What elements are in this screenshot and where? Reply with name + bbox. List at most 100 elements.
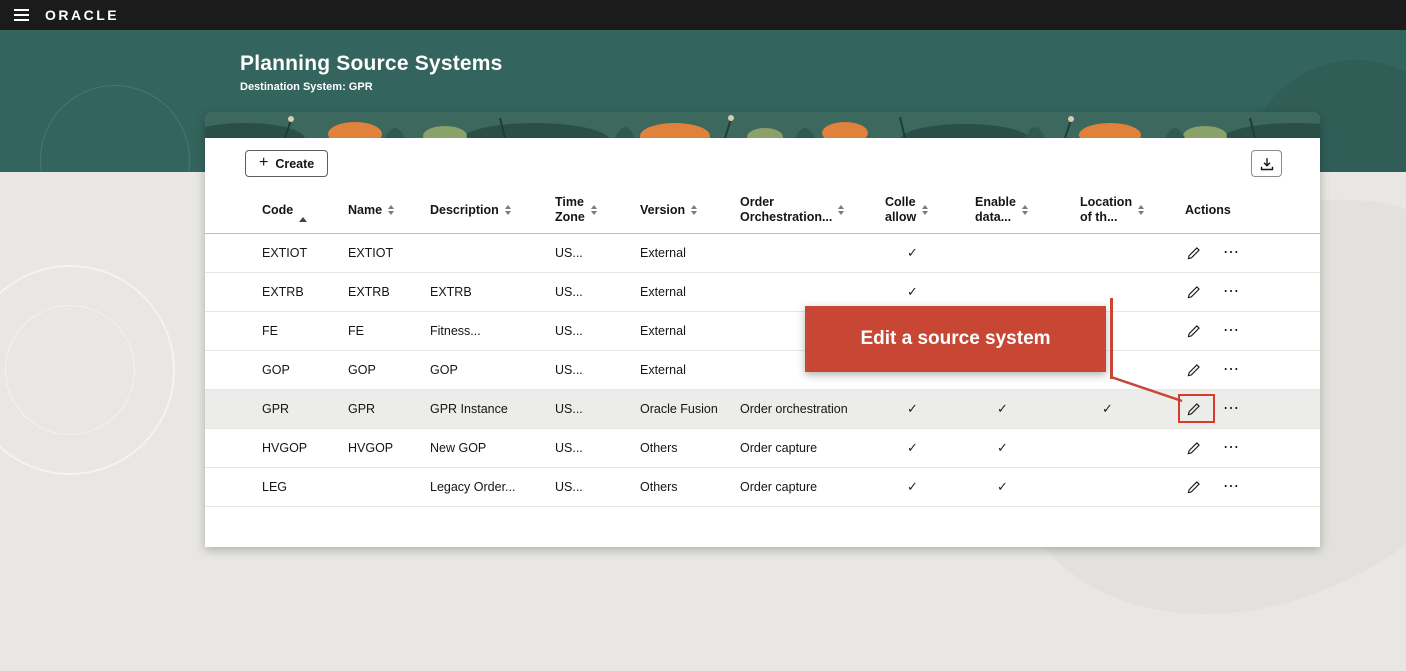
cell-enable-data: ✓ (975, 440, 1080, 456)
band-decoration-arc (40, 85, 190, 172)
pencil-icon (1187, 325, 1200, 338)
cell-actions: ⋯ (1185, 243, 1288, 263)
cell-code: GOP (262, 363, 348, 377)
oracle-logo[interactable]: ORACLE (45, 7, 119, 23)
edit-button[interactable] (1185, 440, 1202, 457)
edit-button[interactable] (1185, 284, 1202, 301)
create-button-label: Create (275, 157, 314, 171)
pencil-icon (1187, 481, 1200, 494)
sort-icon (1022, 205, 1028, 215)
cell-enable-data: ✓ (975, 479, 1080, 495)
cell-description: New GOP (430, 441, 555, 455)
pencil-icon (1187, 286, 1200, 299)
pencil-icon (1187, 364, 1200, 377)
cell-time-zone: US... (555, 285, 640, 299)
cell-collections-allowed: ✓ (885, 479, 975, 495)
row-menu-button[interactable]: ⋯ (1221, 477, 1241, 497)
cell-description: EXTRB (430, 285, 555, 299)
cell-code: GPR (262, 402, 348, 416)
sort-icon (1138, 205, 1144, 215)
download-button[interactable] (1251, 150, 1282, 177)
ellipsis-icon: ⋯ (1223, 284, 1239, 300)
cell-version: External (640, 285, 740, 299)
cell-actions: ⋯ (1185, 282, 1288, 302)
table-row-selected[interactable]: GPR GPR GPR Instance US... Oracle Fusion… (205, 390, 1320, 429)
cell-collections-allowed: ✓ (885, 401, 975, 417)
column-header-enable-data[interactable]: Enabledata... (975, 195, 1080, 225)
table-row[interactable]: GOP GOP GOP US... External ⋯ (205, 351, 1320, 390)
content-card: + Create Code Name (205, 112, 1320, 547)
ellipsis-icon: ⋯ (1223, 362, 1239, 378)
row-menu-button[interactable]: ⋯ (1221, 360, 1241, 380)
cell-order-orchestration: Order capture (740, 480, 885, 494)
cell-description: GOP (430, 363, 555, 377)
ellipsis-icon: ⋯ (1223, 323, 1239, 339)
cell-enable-data: ✓ (975, 401, 1080, 417)
cell-name: GOP (348, 363, 430, 377)
sort-icon (505, 205, 511, 215)
column-header-description[interactable]: Description (430, 203, 555, 218)
cell-location: ✓ (1080, 401, 1185, 417)
cell-description: GPR Instance (430, 402, 555, 416)
column-header-order-orchestration[interactable]: OrderOrchestration... (740, 195, 885, 225)
ellipsis-icon: ⋯ (1223, 245, 1239, 261)
cell-code: FE (262, 324, 348, 338)
ellipsis-icon: ⋯ (1223, 401, 1239, 417)
cell-name: EXTIOT (348, 246, 430, 260)
cell-actions: ⋯ (1185, 399, 1288, 419)
cell-name: GPR (348, 402, 430, 416)
ellipsis-icon: ⋯ (1223, 479, 1239, 495)
edit-button[interactable] (1185, 479, 1202, 496)
table-row[interactable]: EXTRB EXTRB EXTRB US... External ✓ ⋯ (205, 273, 1320, 312)
create-button[interactable]: + Create (245, 150, 328, 177)
edit-button[interactable] (1185, 245, 1202, 262)
column-header-collections-allowed[interactable]: Colleallow (885, 195, 975, 225)
cell-code: HVGOP (262, 441, 348, 455)
sort-icon (691, 205, 697, 215)
table-row[interactable]: FE FE Fitness... US... External ⋯ (205, 312, 1320, 351)
column-header-version[interactable]: Version (640, 203, 740, 218)
topbar: ORACLE (0, 0, 1406, 30)
column-header-name[interactable]: Name (348, 203, 430, 218)
plus-icon: + (259, 155, 268, 171)
cell-code: LEG (262, 480, 348, 494)
cell-description: Fitness... (430, 324, 555, 338)
row-menu-button[interactable]: ⋯ (1221, 438, 1241, 458)
menu-icon[interactable] (12, 5, 31, 25)
row-menu-button[interactable]: ⋯ (1221, 282, 1241, 302)
sort-icon (922, 205, 928, 215)
cell-time-zone: US... (555, 246, 640, 260)
cell-name: EXTRB (348, 285, 430, 299)
table-row[interactable]: HVGOP HVGOP New GOP US... Others Order c… (205, 429, 1320, 468)
row-menu-button[interactable]: ⋯ (1221, 321, 1241, 341)
cell-actions: ⋯ (1185, 360, 1288, 380)
edit-button-gpr[interactable] (1185, 401, 1202, 418)
edit-button[interactable] (1185, 362, 1202, 379)
card-toolbar: + Create (205, 150, 1320, 177)
table-row[interactable]: LEG Legacy Order... US... Others Order c… (205, 468, 1320, 507)
cell-version: Oracle Fusion (640, 402, 740, 416)
source-systems-table: Code Name Description TimeZone Version (205, 187, 1320, 507)
pencil-icon (1187, 403, 1200, 416)
cell-name: FE (348, 324, 430, 338)
cell-time-zone: US... (555, 441, 640, 455)
sort-icon (591, 205, 597, 215)
column-header-code[interactable]: Code (262, 203, 348, 218)
column-header-time-zone[interactable]: TimeZone (555, 195, 640, 225)
table-row[interactable]: EXTIOT EXTIOT US... External ✓ ⋯ (205, 234, 1320, 273)
row-menu-button[interactable]: ⋯ (1221, 399, 1241, 419)
cell-collections-allowed: ✓ (885, 440, 975, 456)
cell-version: Others (640, 441, 740, 455)
sort-asc-icon (299, 203, 307, 217)
cell-collections-allowed: ✓ (885, 284, 975, 300)
cell-version: External (640, 246, 740, 260)
column-header-location[interactable]: Locationof th... (1080, 195, 1185, 225)
sort-icon (388, 205, 394, 215)
cell-version: External (640, 324, 740, 338)
edit-button[interactable] (1185, 323, 1202, 340)
pencil-icon (1187, 247, 1200, 260)
cell-code: EXTRB (262, 285, 348, 299)
pencil-icon (1187, 442, 1200, 455)
foliage-illustration (205, 112, 1320, 138)
row-menu-button[interactable]: ⋯ (1221, 243, 1241, 263)
